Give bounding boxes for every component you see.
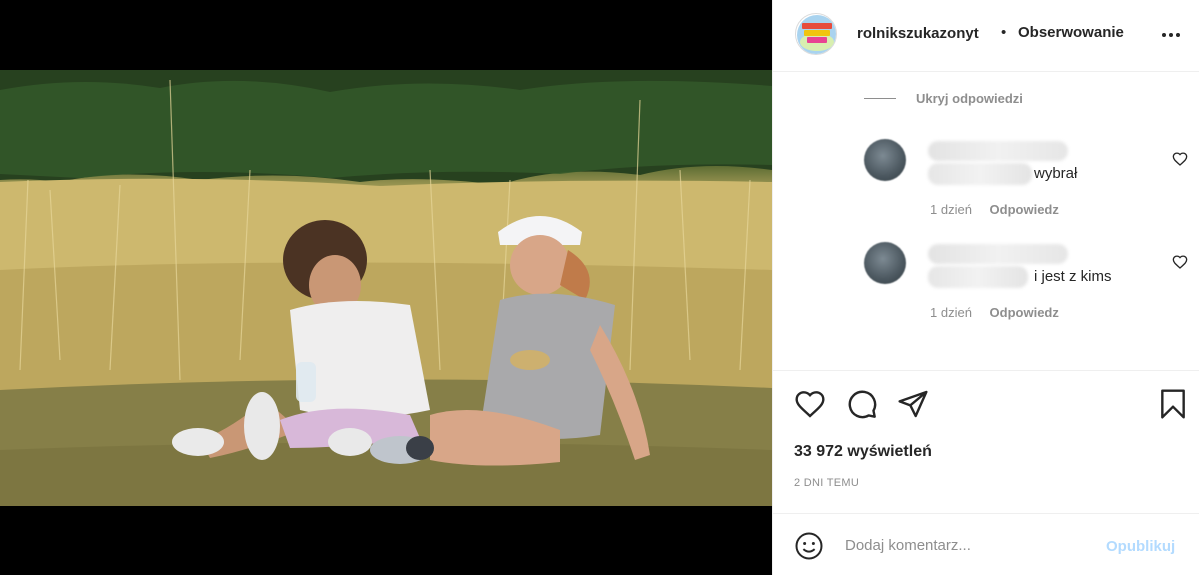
bookmark-icon[interactable] — [1157, 388, 1189, 420]
video-frame — [0, 70, 772, 506]
reply-text: wybrał — [1034, 165, 1078, 182]
replies-divider — [864, 98, 896, 99]
hide-replies-label: Ukryj odpowiedzi — [916, 91, 1023, 106]
account-avatar[interactable] — [795, 13, 837, 55]
comments-section: Ukryj odpowiedzi wybrał 1 dzień Odpowied… — [773, 73, 1199, 369]
commenter-avatar[interactable] — [864, 242, 906, 284]
more-horizontal-icon — [1162, 26, 1183, 43]
share-icon[interactable] — [897, 388, 929, 420]
view-count[interactable]: 33 972 wyświetleń — [794, 443, 932, 461]
post-header: rolnikszukazonyt • Obserwowanie — [773, 0, 1199, 72]
reply-meta: 1 dzień Odpowiedz — [930, 202, 1059, 217]
blurred-text — [928, 163, 1032, 185]
commenter-avatar[interactable] — [864, 139, 906, 181]
like-comment-icon[interactable] — [1172, 151, 1188, 167]
video-player[interactable] — [0, 70, 772, 506]
emoji-icon[interactable] — [794, 531, 824, 561]
blurred-text — [928, 266, 1028, 288]
following-button[interactable]: Obserwowanie — [1018, 24, 1124, 41]
reply-meta: 1 dzień Odpowiedz — [930, 305, 1059, 320]
blurred-username — [928, 244, 1068, 264]
more-options-button[interactable] — [1162, 26, 1184, 40]
comment-icon[interactable] — [846, 388, 878, 420]
reply-button[interactable]: Odpowiedz — [990, 305, 1059, 320]
post-media — [0, 0, 772, 575]
heart-icon[interactable] — [794, 388, 826, 420]
post-actions: 33 972 wyświetleń 2 DNI TEMU — [773, 370, 1199, 513]
reply-time[interactable]: 1 dzień — [930, 202, 972, 217]
reply-time[interactable]: 1 dzień — [930, 305, 972, 320]
like-comment-icon[interactable] — [1172, 254, 1188, 270]
account-username[interactable]: rolnikszukazonyt — [857, 25, 997, 42]
post-side-panel: rolnikszukazonyt • Obserwowanie Ukryj od… — [772, 0, 1199, 575]
publish-button[interactable]: Opublikuj — [1106, 538, 1175, 555]
post-time[interactable]: 2 DNI TEMU — [794, 477, 859, 489]
reply-button[interactable]: Odpowiedz — [990, 202, 1059, 217]
add-comment-bar: Opublikuj — [773, 513, 1199, 575]
reply-text: i jest z kims — [1034, 268, 1112, 285]
show-logo — [797, 15, 836, 54]
comment-input[interactable] — [845, 534, 1095, 556]
hide-replies-button[interactable]: Ukryj odpowiedzi — [864, 91, 1023, 106]
blurred-username — [928, 141, 1068, 161]
separator-dot: • — [1001, 24, 1007, 41]
